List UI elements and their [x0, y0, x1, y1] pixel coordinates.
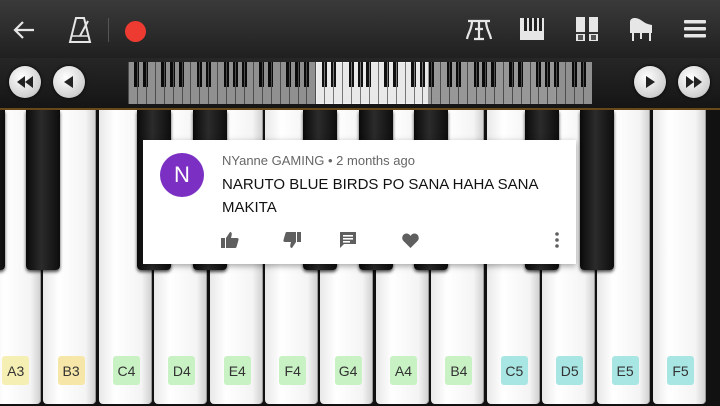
- reply-button[interactable]: [337, 229, 359, 251]
- key-label: C5: [500, 356, 528, 385]
- single-keyboard-button[interactable]: [517, 14, 547, 44]
- scroll-left-button[interactable]: [53, 66, 85, 98]
- key-label: E5: [611, 356, 639, 385]
- heart-button[interactable]: [399, 229, 421, 251]
- avatar[interactable]: N: [160, 153, 204, 197]
- mini-white-key: [360, 62, 361, 104]
- chord-icon: [466, 19, 492, 41]
- thumbs-down-icon: [283, 232, 301, 248]
- comment-meta: NYanne GAMING • 2 months ago: [222, 153, 415, 168]
- scroll-fast-right-button[interactable]: [678, 66, 710, 98]
- scroll-fast-left-button[interactable]: [9, 66, 41, 98]
- record-button[interactable]: [120, 16, 150, 46]
- key-label: G4: [334, 356, 362, 385]
- instrument-button[interactable]: [626, 14, 656, 44]
- key-label: F4: [279, 356, 307, 385]
- black-key-a-sharp-3[interactable]: [26, 110, 61, 270]
- like-button[interactable]: [219, 229, 241, 251]
- dual-keyboard-button[interactable]: [572, 14, 602, 44]
- mini-white-key: [413, 62, 415, 104]
- overview-shade-right: [428, 62, 592, 104]
- mini-white-key: [377, 62, 379, 104]
- comment-card: N NYanne GAMING • 2 months ago NARUTO BL…: [143, 140, 576, 264]
- key-label: D5: [556, 356, 584, 385]
- dislike-button[interactable]: [281, 229, 303, 251]
- metronome-button[interactable]: [64, 14, 96, 46]
- metronome-icon: [68, 17, 92, 43]
- key-label: A4: [389, 356, 417, 385]
- keyboard-icon: [520, 18, 544, 40]
- mini-white-key: [386, 62, 388, 104]
- mini-white-key: [333, 62, 335, 104]
- key-label: A3: [2, 356, 30, 385]
- key-label: B4: [445, 356, 473, 385]
- comment-time: 2 months ago: [336, 153, 415, 168]
- mini-white-key: [342, 62, 344, 104]
- chord-button[interactable]: [464, 14, 494, 44]
- grand-piano-icon: [630, 18, 652, 41]
- scroll-right-button[interactable]: [634, 66, 666, 98]
- dual-keyboard-icon: [576, 17, 598, 41]
- more-vert-icon: [555, 232, 559, 248]
- overview-shade-left: [128, 62, 316, 104]
- white-key-f5[interactable]: F5: [652, 110, 706, 404]
- toolbar-divider: [108, 18, 109, 42]
- key-label: F5: [666, 356, 694, 385]
- menu-button[interactable]: [680, 14, 710, 44]
- mini-white-key: [395, 62, 397, 104]
- fast-rewind-icon: [17, 76, 33, 88]
- top-toolbar: [0, 0, 720, 59]
- mini-white-key: [351, 62, 353, 104]
- previous-icon: [64, 76, 73, 88]
- key-label: D4: [168, 356, 196, 385]
- key-label: E4: [223, 356, 251, 385]
- black-key-g-sharp-3[interactable]: [0, 110, 5, 270]
- menu-icon: [684, 20, 706, 38]
- heart-icon: [401, 233, 419, 248]
- back-arrow-icon: [13, 21, 34, 39]
- mini-white-key: [324, 62, 326, 104]
- mini-white-key: [422, 62, 424, 104]
- comment-text: NARUTO BLUE BIRDS PO SANA HAHA SANA MAKI…: [222, 176, 538, 216]
- comment-author[interactable]: NYanne GAMING: [222, 153, 324, 168]
- next-icon: [646, 76, 655, 88]
- meta-separator: •: [327, 153, 333, 168]
- reply-icon: [340, 232, 356, 248]
- fast-forward-icon: [686, 76, 702, 88]
- thumbs-up-icon: [221, 232, 239, 248]
- back-button[interactable]: [8, 15, 40, 45]
- mini-white-key: [404, 62, 406, 104]
- key-label: B3: [57, 356, 85, 385]
- record-icon: [124, 20, 146, 42]
- black-key-d-sharp-5[interactable]: [580, 110, 615, 270]
- mini-white-key: [368, 62, 370, 104]
- more-options-button[interactable]: [546, 229, 568, 251]
- key-label: C4: [112, 356, 140, 385]
